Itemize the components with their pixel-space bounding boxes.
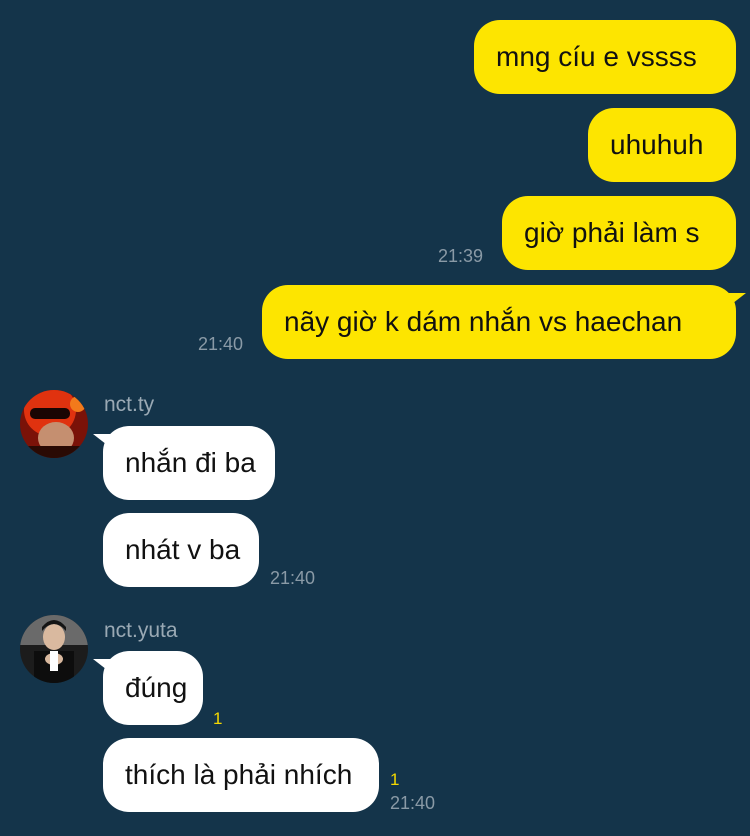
their-message-bubble[interactable]: nhắn đi ba [93, 426, 275, 500]
message-timestamp: 21:40 [270, 568, 316, 588]
message-text: đúng [125, 672, 188, 703]
bubble-tail [728, 293, 746, 307]
unread-count: 1 [213, 709, 223, 728]
message-timestamp: 21:39 [438, 246, 484, 266]
message-text: nãy giờ k dám nhắn vs haechan [284, 306, 683, 337]
message-text: giờ phải làm s [524, 217, 700, 248]
message-timestamp: 21:40 [390, 793, 436, 813]
bubble-tail [93, 659, 111, 673]
profile-avatar-red-icon [20, 390, 88, 458]
sender-avatar[interactable] [20, 390, 88, 458]
my-message-bubble[interactable]: mng cíu e vssss [474, 20, 736, 94]
sender-avatar[interactable] [20, 615, 88, 683]
message-text: mng cíu e vssss [496, 41, 697, 72]
sender-name: nct.yuta [104, 619, 178, 642]
message-timestamp: 21:40 [198, 334, 244, 354]
their-message-bubble[interactable]: đúng [93, 651, 203, 725]
bubble-tail [93, 434, 111, 448]
message-text: thích là phải nhích [125, 759, 353, 790]
my-message-bubble[interactable]: giờ phải làm s [502, 196, 736, 270]
sender-name: nct.ty [104, 393, 155, 416]
profile-avatar-dark-icon [20, 615, 88, 683]
my-message-bubble[interactable]: nãy giờ k dám nhắn vs haechan [262, 285, 746, 359]
my-message-bubble[interactable]: uhuhuh [588, 108, 736, 182]
message-text: nhắn đi ba [125, 447, 256, 478]
message-text: nhát v ba [125, 534, 241, 565]
unread-count: 1 [390, 770, 400, 789]
their-message-bubble[interactable]: thích là phải nhích [103, 738, 379, 812]
message-text: uhuhuh [610, 129, 704, 160]
their-message-bubble[interactable]: nhát v ba [103, 513, 259, 587]
